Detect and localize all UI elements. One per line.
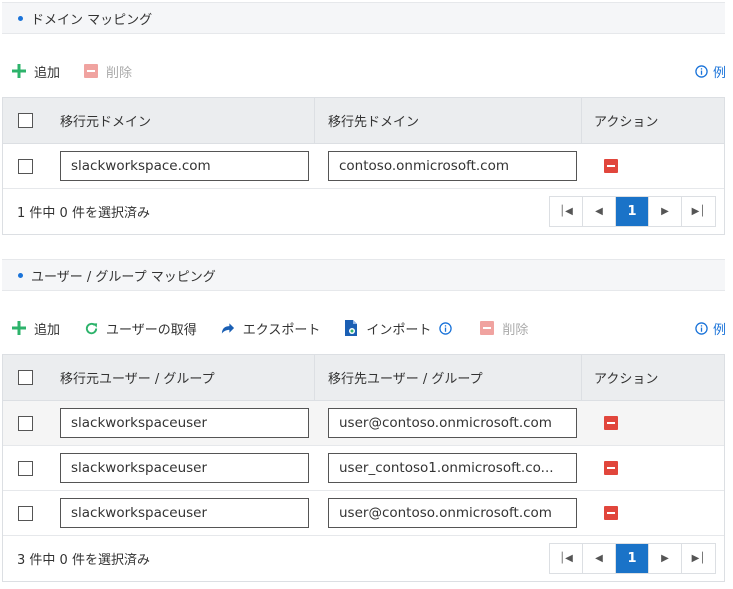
fetch-users-button[interactable]: ユーザーの取得 <box>82 319 197 338</box>
row-checkbox[interactable] <box>17 415 33 431</box>
first-page-icon: │◀ <box>559 206 573 217</box>
prev-page-icon: ◀ <box>595 206 603 217</box>
info-icon <box>695 321 708 335</box>
table-row: slackworkspaceuser user_contoso1.onmicro… <box>3 446 724 491</box>
next-page-icon: ▶ <box>661 206 669 217</box>
source-user-input[interactable]: slackworkspaceuser <box>60 408 309 438</box>
pagination: │◀ ◀ 1 ▶ ▶│ <box>549 543 716 574</box>
remove-row-button[interactable] <box>604 506 618 520</box>
source-user-input[interactable]: slackworkspaceuser <box>60 453 309 483</box>
add-domain-button[interactable]: 追加 <box>10 62 60 81</box>
first-page-button[interactable]: │◀ <box>550 544 583 573</box>
last-page-button[interactable]: ▶│ <box>682 544 715 573</box>
table-header: 移行元ドメイン 移行先ドメイン アクション <box>3 98 724 144</box>
column-header-target: 移行先ユーザー / グループ <box>328 372 483 387</box>
next-page-icon: ▶ <box>661 553 669 564</box>
prev-page-button[interactable]: ◀ <box>583 544 616 573</box>
share-arrow-icon <box>219 319 237 337</box>
minus-square-icon <box>478 319 496 337</box>
source-user-input[interactable]: slackworkspaceuser <box>60 498 309 528</box>
example-link[interactable]: 例 <box>695 319 726 338</box>
target-domain-input[interactable]: contoso.onmicrosoft.com <box>328 151 577 181</box>
row-checkbox[interactable] <box>17 505 33 521</box>
domain-toolbar: 追加 削除 例 <box>10 59 726 83</box>
example-link[interactable]: 例 <box>695 62 726 81</box>
export-label: エクスポート <box>242 322 321 338</box>
page-button-current[interactable]: 1 <box>616 197 649 226</box>
last-page-button[interactable]: ▶│ <box>682 197 715 226</box>
table-row: slackworkspace.com contoso.onmicrosoft.c… <box>3 144 724 189</box>
import-button[interactable]: インポート <box>342 319 453 338</box>
last-page-icon: ▶│ <box>691 553 706 564</box>
row-checkbox[interactable] <box>17 460 33 476</box>
fetch-label: ユーザーの取得 <box>106 322 197 338</box>
column-header-action: アクション <box>594 115 659 130</box>
selection-count: 3 件中 0 件を選択済み <box>17 553 150 568</box>
target-user-input[interactable]: user@contoso.onmicrosoft.com <box>328 498 577 528</box>
table-row: slackworkspaceuser user@contoso.onmicros… <box>3 401 724 446</box>
export-button[interactable]: エクスポート <box>219 319 321 338</box>
example-label: 例 <box>712 322 726 338</box>
prev-page-button[interactable]: ◀ <box>583 197 616 226</box>
table-header: 移行元ユーザー / グループ 移行先ユーザー / グループ アクション <box>3 355 724 401</box>
select-all-checkbox[interactable] <box>17 370 33 385</box>
prev-page-icon: ◀ <box>595 553 603 564</box>
section-title: ドメイン マッピング <box>31 12 153 28</box>
add-user-button[interactable]: 追加 <box>10 319 60 338</box>
domain-mapping-header: ドメイン マッピング <box>2 2 725 34</box>
target-user-input[interactable]: user_contoso1.onmicrosoft.co... <box>328 453 577 483</box>
import-file-icon <box>342 319 360 337</box>
first-page-icon: │◀ <box>559 553 573 564</box>
select-all-checkbox[interactable] <box>17 113 33 128</box>
bullet-icon <box>18 15 23 21</box>
pagination: │◀ ◀ 1 ▶ ▶│ <box>549 196 716 227</box>
example-label: 例 <box>712 65 726 81</box>
source-domain-input[interactable]: slackworkspace.com <box>60 151 309 181</box>
add-label: 追加 <box>34 65 61 81</box>
page-button-current[interactable]: 1 <box>616 544 649 573</box>
last-page-icon: ▶│ <box>691 206 706 217</box>
user-group-mapping-table: 移行元ユーザー / グループ 移行先ユーザー / グループ アクション slac… <box>2 354 725 582</box>
first-page-button[interactable]: │◀ <box>550 197 583 226</box>
table-footer: 3 件中 0 件を選択済み │◀ ◀ 1 ▶ ▶│ <box>3 536 724 581</box>
next-page-button[interactable]: ▶ <box>649 197 682 226</box>
target-user-input[interactable]: user@contoso.onmicrosoft.com <box>328 408 577 438</box>
section-title: ユーザー / グループ マッピング <box>31 269 216 285</box>
minus-square-icon <box>82 62 100 80</box>
info-icon[interactable] <box>439 321 453 335</box>
table-footer: 1 件中 0 件を選択済み │◀ ◀ 1 ▶ ▶│ <box>3 189 724 234</box>
user-group-mapping-header: ユーザー / グループ マッピング <box>2 259 725 291</box>
delete-domain-button[interactable]: 削除 <box>82 62 132 81</box>
table-row: slackworkspaceuser user@contoso.onmicros… <box>3 491 724 536</box>
import-label: インポート <box>366 322 432 338</box>
remove-row-button[interactable] <box>604 416 618 430</box>
remove-row-button[interactable] <box>604 159 618 173</box>
selection-count: 1 件中 0 件を選択済み <box>17 206 150 221</box>
column-header-action: アクション <box>594 372 659 387</box>
bullet-icon <box>18 272 23 278</box>
delete-user-button[interactable]: 削除 <box>478 319 528 338</box>
delete-label: 削除 <box>106 65 133 81</box>
row-checkbox[interactable] <box>17 158 33 174</box>
column-header-target: 移行先ドメイン <box>328 115 420 130</box>
plus-icon <box>10 62 28 80</box>
add-label: 追加 <box>34 322 61 338</box>
info-icon <box>695 64 708 78</box>
column-header-source: 移行元ユーザー / グループ <box>60 372 215 387</box>
delete-label: 削除 <box>502 322 529 338</box>
plus-icon <box>10 319 28 337</box>
user-toolbar: 追加 ユーザーの取得 エクスポート インポート 削除 例 <box>10 316 726 340</box>
next-page-button[interactable]: ▶ <box>649 544 682 573</box>
remove-row-button[interactable] <box>604 461 618 475</box>
domain-mapping-table: 移行元ドメイン 移行先ドメイン アクション slackworkspace.com… <box>2 97 725 235</box>
refresh-icon <box>82 319 100 337</box>
column-header-source: 移行元ドメイン <box>60 115 152 130</box>
